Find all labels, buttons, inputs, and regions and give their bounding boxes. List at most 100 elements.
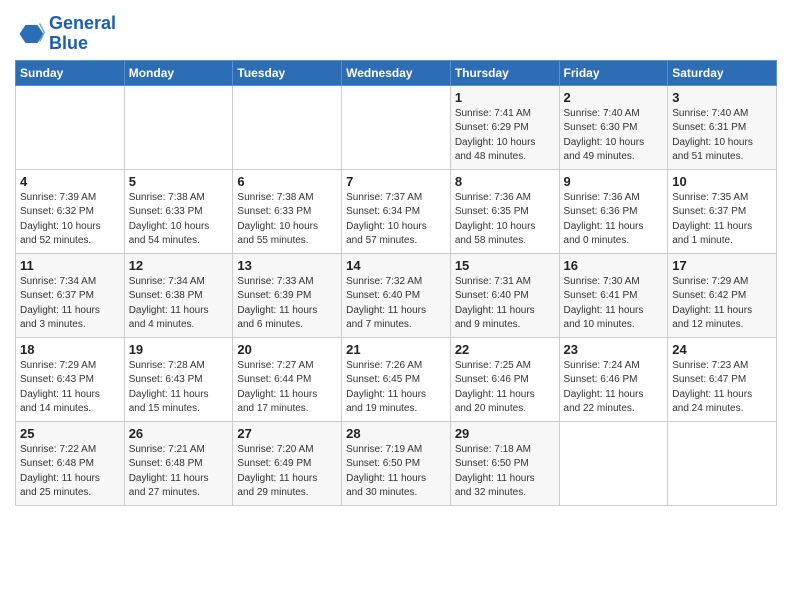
day-info: Sunrise: 7:36 AM Sunset: 6:36 PM Dayligh… (564, 191, 664, 249)
day-cell: 28 Sunrise: 7:19 AM Sunset: 6:50 PM Dayli… (342, 421, 451, 505)
day-number: 27 (237, 426, 337, 441)
day-cell: 6 Sunrise: 7:38 AM Sunset: 6:33 PM Daylig… (233, 169, 342, 253)
logo-icon (15, 19, 45, 49)
day-number: 24 (672, 342, 772, 357)
day-cell: 13Sunrise: 7:33 AM Sunset: 6:39 PM Dayli… (233, 253, 342, 337)
day-number: 26 (129, 426, 229, 441)
day-cell (559, 421, 668, 505)
day-cell (233, 85, 342, 169)
day-cell: 19 Sunrise: 7:28 AM Sunset: 6:43 PM Dayli… (124, 337, 233, 421)
day-cell: 11 Sunrise: 7:34 AM Sunset: 6:37 PM Dayli… (16, 253, 125, 337)
header-sunday: Sunday (16, 60, 125, 85)
day-info: Sunrise: 7:32 AM Sunset: 6:40 PM Dayligh… (346, 275, 446, 333)
week-row-5: 25 Sunrise: 7:22 AM Sunset: 6:48 PM Dayli… (16, 421, 777, 505)
day-cell: 18 Sunrise: 7:29 AM Sunset: 6:43 PM Dayli… (16, 337, 125, 421)
day-info: Sunrise: 7:35 AM Sunset: 6:37 PM Dayligh… (672, 191, 772, 249)
day-number: 23 (564, 342, 664, 357)
day-number: 20 (237, 342, 337, 357)
day-number: 1 (455, 90, 555, 105)
day-info: Sunrise: 7:29 AM Sunset: 6:42 PM Dayligh… (672, 275, 772, 333)
header-wednesday: Wednesday (342, 60, 451, 85)
day-number: 15 (455, 258, 555, 273)
day-info: Sunrise: 7:20 AM Sunset: 6:49 PM Dayligh… (237, 443, 337, 501)
day-info: Sunrise: 7:24 AM Sunset: 6:46 PM Dayligh… (564, 359, 664, 417)
week-row-2: 4 Sunrise: 7:39 AM Sunset: 6:32 PM Daylig… (16, 169, 777, 253)
day-info: Sunrise: 7:31 AM Sunset: 6:40 PM Dayligh… (455, 275, 555, 333)
day-number: 6 (237, 174, 337, 189)
day-cell: 17 Sunrise: 7:29 AM Sunset: 6:42 PM Dayli… (668, 253, 777, 337)
header-tuesday: Tuesday (233, 60, 342, 85)
day-number: 16 (564, 258, 664, 273)
day-info: Sunrise: 7:30 AM Sunset: 6:41 PM Dayligh… (564, 275, 664, 333)
week-row-4: 18 Sunrise: 7:29 AM Sunset: 6:43 PM Dayli… (16, 337, 777, 421)
day-info: Sunrise: 7:36 AM Sunset: 6:35 PM Dayligh… (455, 191, 555, 249)
day-number: 9 (564, 174, 664, 189)
day-number: 29 (455, 426, 555, 441)
day-number: 19 (129, 342, 229, 357)
day-info: Sunrise: 7:39 AM Sunset: 6:32 PM Dayligh… (20, 191, 120, 249)
header-row: General Blue (15, 10, 777, 54)
day-info: Sunrise: 7:21 AM Sunset: 6:48 PM Dayligh… (129, 443, 229, 501)
day-info: Sunrise: 7:28 AM Sunset: 6:43 PM Dayligh… (129, 359, 229, 417)
day-info: Sunrise: 7:25 AM Sunset: 6:46 PM Dayligh… (455, 359, 555, 417)
day-number: 11 (20, 258, 120, 273)
day-info: Sunrise: 7:40 AM Sunset: 6:30 PM Dayligh… (564, 107, 664, 165)
day-info: Sunrise: 7:22 AM Sunset: 6:48 PM Dayligh… (20, 443, 120, 501)
day-info: Sunrise: 7:40 AM Sunset: 6:31 PM Dayligh… (672, 107, 772, 165)
day-number: 13 (237, 258, 337, 273)
day-cell: 24 Sunrise: 7:23 AM Sunset: 6:47 PM Dayli… (668, 337, 777, 421)
day-cell: 1 Sunrise: 7:41 AM Sunset: 6:29 PM Daylig… (450, 85, 559, 169)
calendar-container: General Blue SundayMondayTuesdayWednesda… (0, 0, 792, 511)
day-number: 28 (346, 426, 446, 441)
day-cell: 3 Sunrise: 7:40 AM Sunset: 6:31 PM Daylig… (668, 85, 777, 169)
day-cell: 7 Sunrise: 7:37 AM Sunset: 6:34 PM Daylig… (342, 169, 451, 253)
day-number: 3 (672, 90, 772, 105)
day-number: 5 (129, 174, 229, 189)
day-cell: 12 Sunrise: 7:34 AM Sunset: 6:38 PM Dayli… (124, 253, 233, 337)
day-cell: 29Sunrise: 7:18 AM Sunset: 6:50 PM Dayli… (450, 421, 559, 505)
day-cell (16, 85, 125, 169)
day-number: 12 (129, 258, 229, 273)
day-number: 25 (20, 426, 120, 441)
day-info: Sunrise: 7:26 AM Sunset: 6:45 PM Dayligh… (346, 359, 446, 417)
day-cell: 16 Sunrise: 7:30 AM Sunset: 6:41 PM Dayli… (559, 253, 668, 337)
day-info: Sunrise: 7:29 AM Sunset: 6:43 PM Dayligh… (20, 359, 120, 417)
day-info: Sunrise: 7:37 AM Sunset: 6:34 PM Dayligh… (346, 191, 446, 249)
day-cell: 22 Sunrise: 7:25 AM Sunset: 6:46 PM Dayli… (450, 337, 559, 421)
day-info: Sunrise: 7:34 AM Sunset: 6:38 PM Dayligh… (129, 275, 229, 333)
day-cell: 8 Sunrise: 7:36 AM Sunset: 6:35 PM Daylig… (450, 169, 559, 253)
day-number: 10 (672, 174, 772, 189)
day-cell (124, 85, 233, 169)
day-info: Sunrise: 7:38 AM Sunset: 6:33 PM Dayligh… (129, 191, 229, 249)
day-cell (668, 421, 777, 505)
day-number: 4 (20, 174, 120, 189)
day-cell: 21 Sunrise: 7:26 AM Sunset: 6:45 PM Dayli… (342, 337, 451, 421)
day-info: Sunrise: 7:34 AM Sunset: 6:37 PM Dayligh… (20, 275, 120, 333)
day-number: 2 (564, 90, 664, 105)
day-cell: 5 Sunrise: 7:38 AM Sunset: 6:33 PM Daylig… (124, 169, 233, 253)
day-cell: 14Sunrise: 7:32 AM Sunset: 6:40 PM Dayli… (342, 253, 451, 337)
day-info: Sunrise: 7:27 AM Sunset: 6:44 PM Dayligh… (237, 359, 337, 417)
day-number: 22 (455, 342, 555, 357)
header-monday: Monday (124, 60, 233, 85)
day-number: 7 (346, 174, 446, 189)
day-cell (342, 85, 451, 169)
day-cell: 20 Sunrise: 7:27 AM Sunset: 6:44 PM Dayli… (233, 337, 342, 421)
day-cell: 26 Sunrise: 7:21 AM Sunset: 6:48 PM Dayli… (124, 421, 233, 505)
logo: General Blue (15, 14, 116, 54)
header-friday: Friday (559, 60, 668, 85)
day-info: Sunrise: 7:38 AM Sunset: 6:33 PM Dayligh… (237, 191, 337, 249)
calendar-table: SundayMondayTuesdayWednesdayThursdayFrid… (15, 60, 777, 506)
day-cell: 4 Sunrise: 7:39 AM Sunset: 6:32 PM Daylig… (16, 169, 125, 253)
day-info: Sunrise: 7:19 AM Sunset: 6:50 PM Dayligh… (346, 443, 446, 501)
day-number: 17 (672, 258, 772, 273)
day-number: 18 (20, 342, 120, 357)
day-number: 21 (346, 342, 446, 357)
week-row-3: 11 Sunrise: 7:34 AM Sunset: 6:37 PM Dayli… (16, 253, 777, 337)
day-cell: 15 Sunrise: 7:31 AM Sunset: 6:40 PM Dayli… (450, 253, 559, 337)
day-number: 8 (455, 174, 555, 189)
day-info: Sunrise: 7:41 AM Sunset: 6:29 PM Dayligh… (455, 107, 555, 165)
logo-text: General Blue (49, 14, 116, 54)
day-cell: 2 Sunrise: 7:40 AM Sunset: 6:30 PM Daylig… (559, 85, 668, 169)
day-info: Sunrise: 7:23 AM Sunset: 6:47 PM Dayligh… (672, 359, 772, 417)
